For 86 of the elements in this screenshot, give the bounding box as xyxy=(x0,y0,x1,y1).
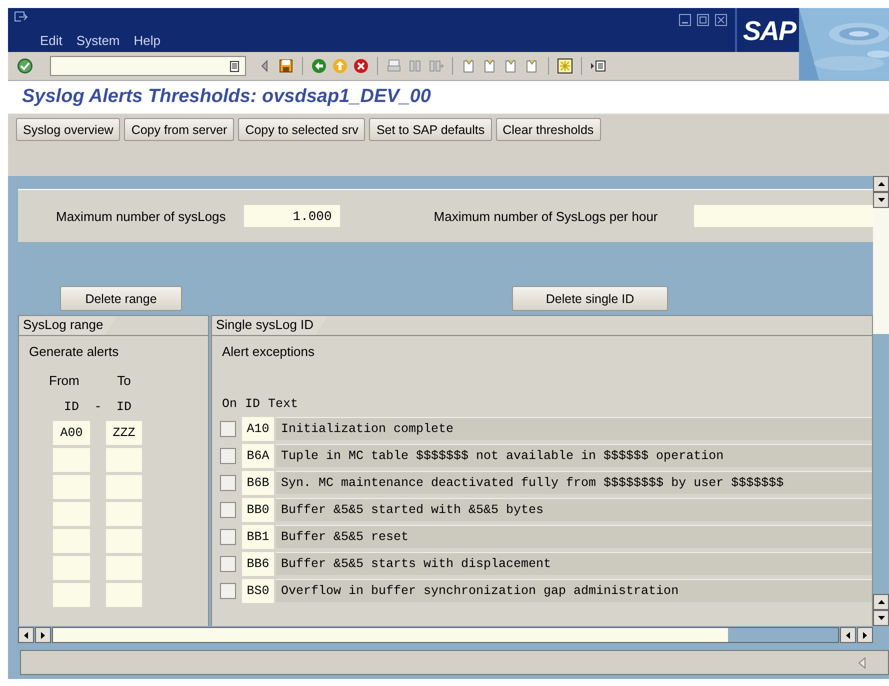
to-id-field[interactable] xyxy=(106,502,142,526)
system-menu-icon[interactable] xyxy=(14,11,28,23)
scroll-up-icon[interactable] xyxy=(878,182,884,186)
toolbar-button[interactable]: Set to SAP defaults xyxy=(369,118,492,141)
id-field[interactable]: B6B xyxy=(242,470,274,494)
from-id-field[interactable] xyxy=(53,528,90,552)
from-id-field[interactable] xyxy=(53,582,90,606)
checkbox[interactable] xyxy=(220,556,236,572)
vertical-scrollbar[interactable] xyxy=(873,176,889,626)
field-label: Maximum number of sysLogs xyxy=(56,208,226,224)
logo: SAP xyxy=(735,8,799,52)
minimize-icon[interactable] xyxy=(679,14,691,26)
checkbox[interactable] xyxy=(220,582,236,598)
toolbar-button[interactable]: Clear thresholds xyxy=(496,118,601,141)
checkbox[interactable] xyxy=(220,420,236,436)
menu-item[interactable]: System xyxy=(76,33,120,48)
to-id-field[interactable] xyxy=(106,556,142,580)
screen-title: Syslog Alerts Thresholds: ovsdsap1_DEV_00 xyxy=(22,86,432,108)
toolbar-button[interactable]: Copy from server xyxy=(124,118,234,141)
save-icon[interactable] xyxy=(278,58,294,74)
checkbox[interactable] xyxy=(220,502,236,518)
to-id-field[interactable] xyxy=(106,474,142,498)
from-id-field[interactable] xyxy=(53,448,90,472)
from-id-field[interactable] xyxy=(53,556,90,580)
maximize-icon[interactable] xyxy=(697,14,709,26)
id-field[interactable]: B6A xyxy=(242,444,274,468)
delete-single-id-button[interactable]: Delete single ID xyxy=(512,286,668,311)
close-icon[interactable] xyxy=(715,14,727,26)
to-id-field[interactable] xyxy=(106,582,142,606)
text-field[interactable]: Overflow in buffer synchronization gap administration xyxy=(276,579,872,602)
toolbar-button[interactable]: Copy to selected srv xyxy=(238,118,366,141)
section-heading: Alert exceptions xyxy=(221,343,316,361)
exit-icon[interactable] xyxy=(332,58,348,74)
to-id-field[interactable] xyxy=(106,528,142,552)
number-field[interactable] xyxy=(694,205,873,227)
scroll-up-icon[interactable] xyxy=(878,600,884,604)
text-field[interactable]: Buffer &5&5 reset xyxy=(276,525,872,548)
history-icon[interactable] xyxy=(230,60,239,72)
menu-item[interactable]: Edit xyxy=(40,33,62,48)
text-field[interactable]: Syn. MC maintenance deactivated fully from $$$$$$$$ by user $$$$$$$ xyxy=(276,471,872,494)
from-id-field[interactable] xyxy=(53,474,90,498)
id-field[interactable]: BB1 xyxy=(242,524,274,548)
menu-item[interactable]: Help xyxy=(134,33,160,48)
text-field[interactable]: Initialization complete xyxy=(276,417,872,440)
cancel-icon[interactable] xyxy=(353,58,369,74)
checkbox[interactable] xyxy=(220,528,236,544)
checkbox[interactable] xyxy=(220,448,236,464)
collapse-icon[interactable] xyxy=(858,656,866,668)
scroll-left-icon[interactable] xyxy=(24,632,28,638)
id-field[interactable]: BB6 xyxy=(242,552,274,576)
from-id-field[interactable]: A00 xyxy=(53,420,90,444)
command-field[interactable] xyxy=(50,56,246,76)
column-header: To xyxy=(116,373,132,388)
id-field[interactable]: BS0 xyxy=(242,578,274,602)
scroll-down-icon[interactable] xyxy=(878,616,884,620)
id-field[interactable]: A10 xyxy=(242,416,274,440)
number-field[interactable]: 1.000 xyxy=(244,205,340,227)
column-header: On xyxy=(222,397,238,411)
column-header: ID xyxy=(245,397,260,411)
scroll-down-icon[interactable] xyxy=(878,198,884,202)
to-id-field[interactable] xyxy=(106,448,142,472)
text-field[interactable]: Tuple in MC table $$$$$$$ not available in $$$$$$ operation xyxy=(276,444,872,467)
horizontal-scrollbar[interactable] xyxy=(52,627,839,643)
delete-range-button[interactable]: Delete range xyxy=(60,286,182,311)
scroll-right-icon[interactable] xyxy=(41,632,45,638)
to-id-field[interactable]: ZZZ xyxy=(106,420,142,444)
column-header: ID xyxy=(62,400,80,414)
from-id-field[interactable] xyxy=(53,502,90,526)
id-field[interactable]: BB0 xyxy=(242,498,274,522)
toolbar-button[interactable]: Syslog overview xyxy=(16,118,120,141)
scroll-left-icon[interactable] xyxy=(846,632,850,638)
column-header: Text xyxy=(268,397,298,411)
section-heading: Generate alerts xyxy=(28,343,120,361)
column-header: ID xyxy=(115,400,132,414)
new-session-icon[interactable] xyxy=(557,58,573,74)
layout-icon[interactable] xyxy=(590,58,606,74)
back-icon[interactable] xyxy=(311,58,327,74)
scroll-right-icon[interactable] xyxy=(863,632,867,638)
print-icon[interactable] xyxy=(386,58,402,74)
column-header: From xyxy=(49,373,80,388)
text-field[interactable]: Buffer &5&5 started with &5&5 bytes xyxy=(276,498,872,521)
enter-icon[interactable] xyxy=(17,58,33,74)
checkbox[interactable] xyxy=(220,474,236,490)
text-field[interactable]: Buffer &5&5 starts with displacement xyxy=(276,552,872,575)
field-label: Maximum number of SysLogs per hour xyxy=(434,208,658,224)
dash-separator: - xyxy=(93,400,103,414)
